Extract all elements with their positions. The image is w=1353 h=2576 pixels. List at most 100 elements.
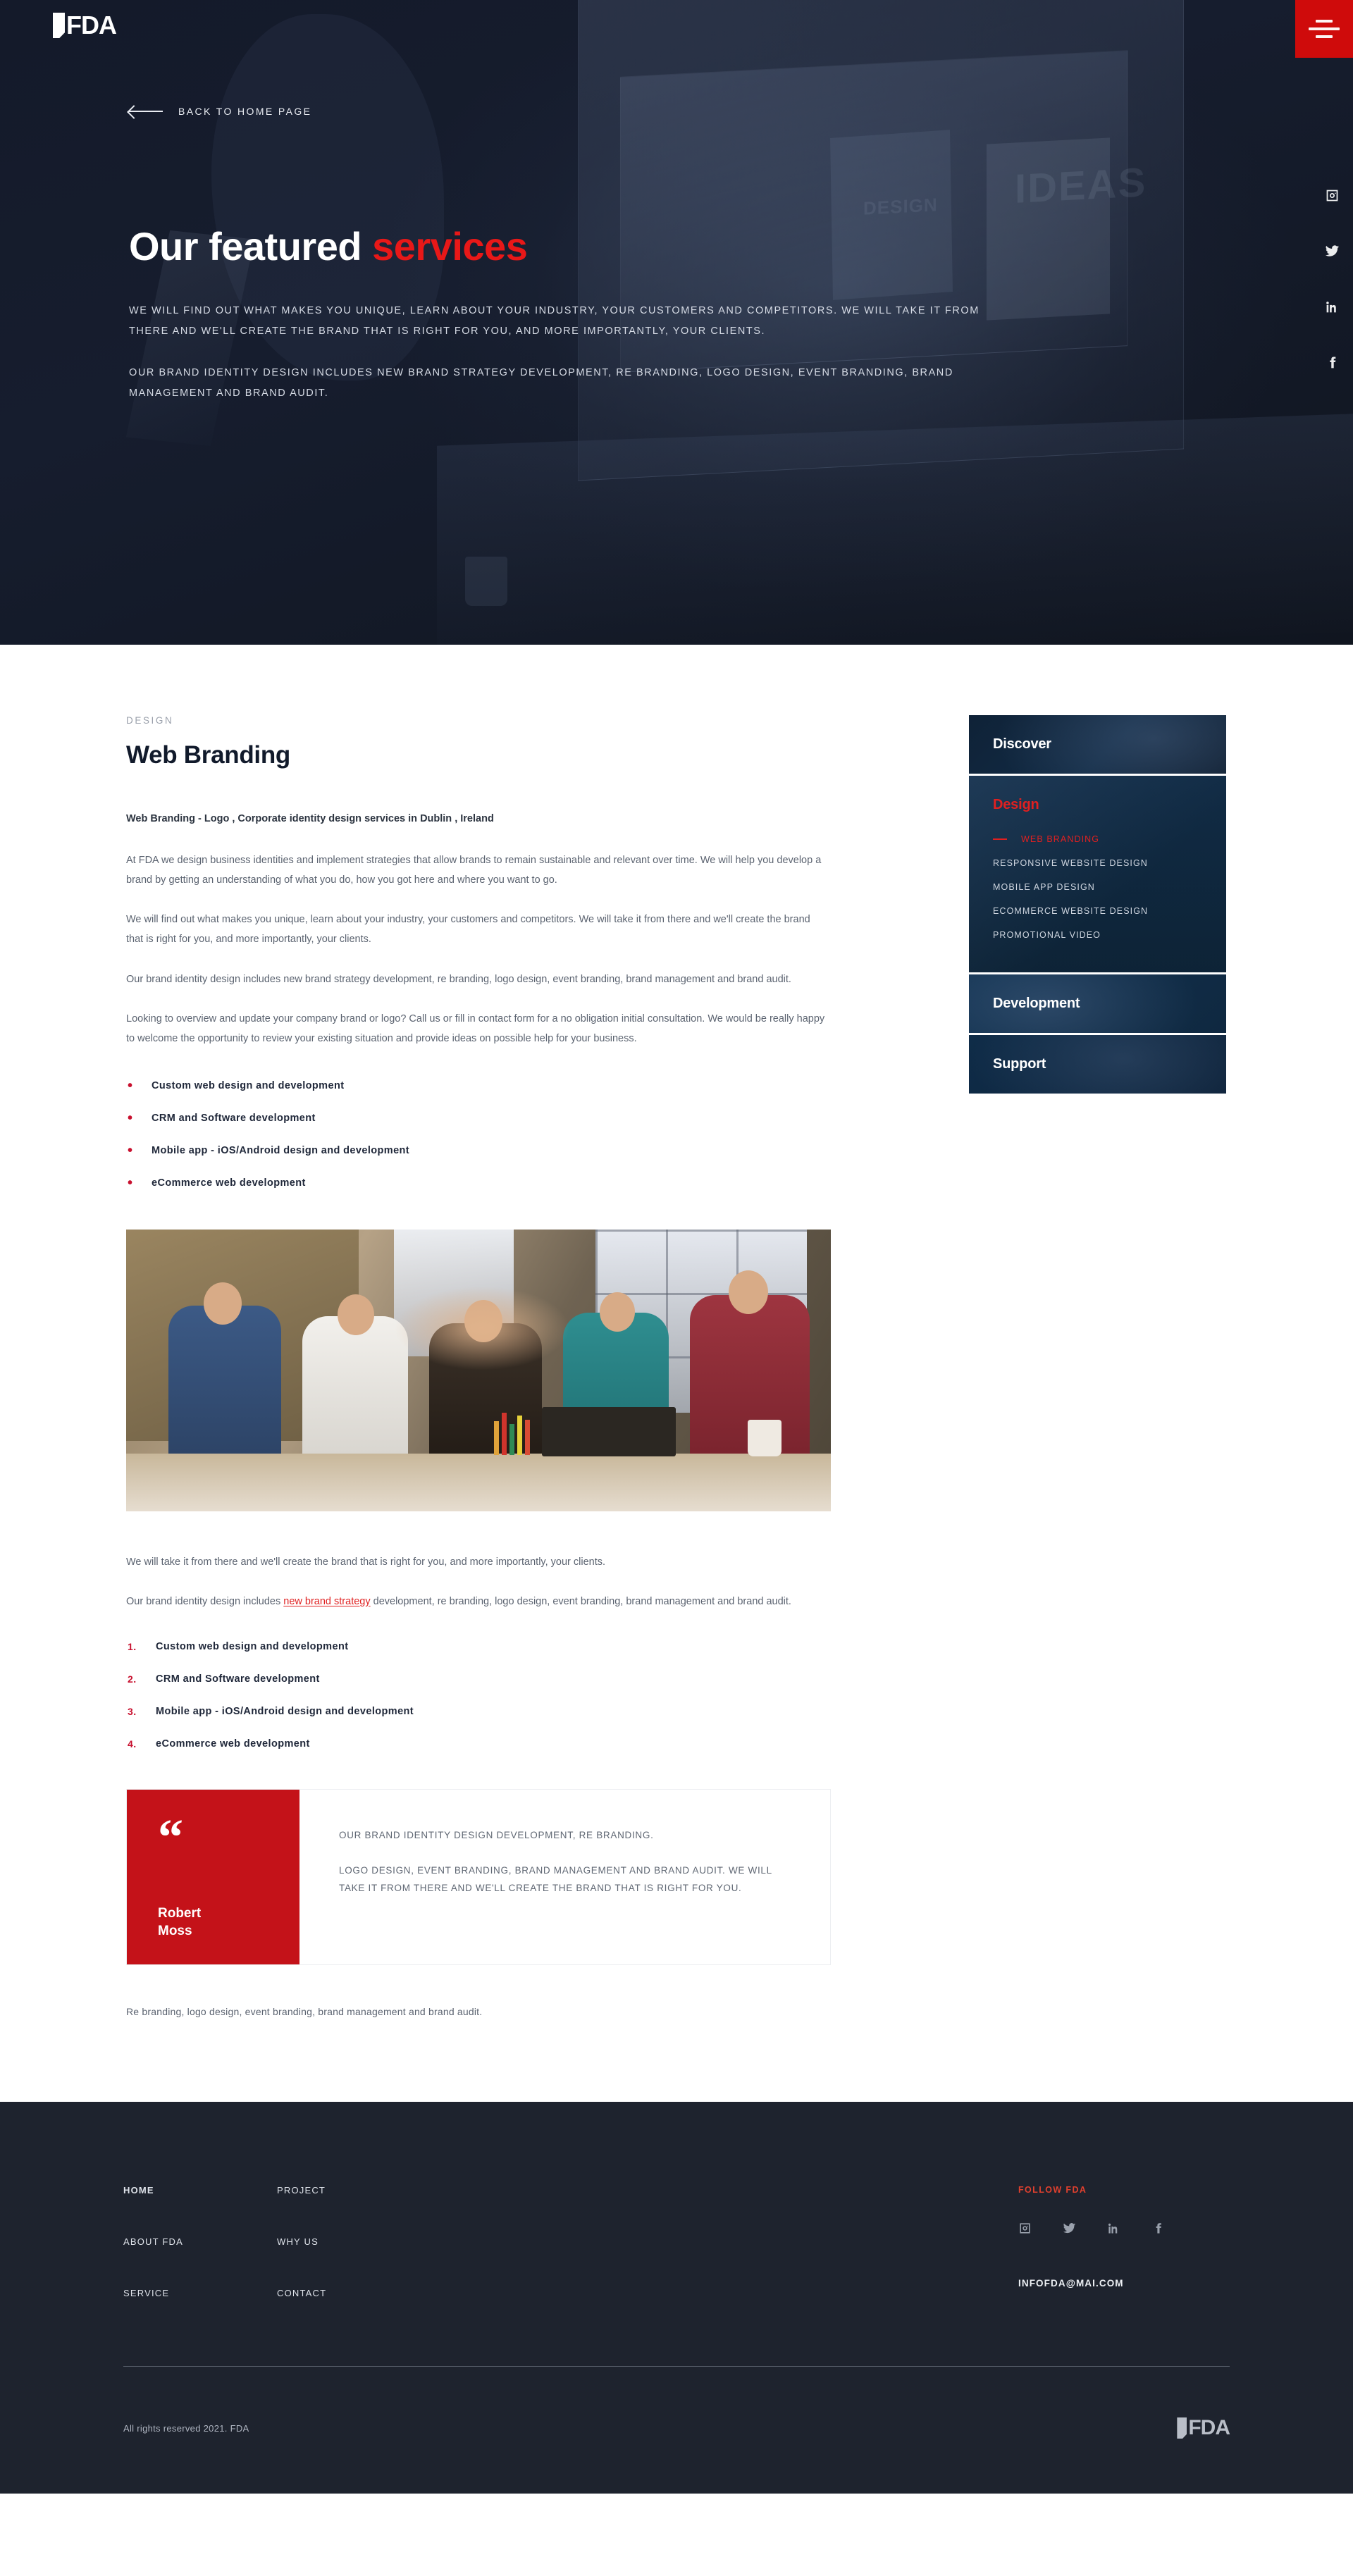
sidebar-subitem-mobile-app-design[interactable]: MOBILE APP DESIGN (993, 882, 1201, 892)
footer-logo-text: FDA (1188, 2416, 1230, 2440)
testimonial-block: “ Robert Moss OUR BRAND IDENTITY DESIGN … (126, 1789, 831, 1966)
footer-email-link[interactable]: INFOFDA@MAI.COM (1018, 2278, 1230, 2289)
sidebar-subitem-label: PROMOTIONAL VIDEO (993, 930, 1101, 940)
twitter-icon[interactable] (1063, 2222, 1076, 2238)
facebook-icon[interactable] (1323, 354, 1340, 371)
design-submenu: WEB BRANDING RESPONSIVE WEBSITE DESIGN M… (993, 834, 1201, 940)
back-to-home-label: BACK TO HOME PAGE (178, 106, 312, 117)
site-footer: HOME ABOUT FDA SERVICE PROJECT WHY US CO… (0, 2102, 1353, 2494)
hero-title-plain: Our featured (129, 224, 373, 268)
photo-hands (394, 1285, 570, 1370)
article-column: DESIGN Web Branding Web Branding - Logo … (123, 715, 831, 2018)
footer-link-about-fda[interactable]: ABOUT FDA (123, 2236, 277, 2247)
arrow-left-icon (129, 106, 163, 116)
photo-head (600, 1292, 635, 1332)
sidebar-item-label: Support (993, 1056, 1046, 1072)
sidebar-item-development[interactable]: Development (969, 974, 1226, 1035)
footer-divider (123, 2366, 1230, 2367)
hero-decor-design-word: DESIGN (863, 194, 938, 219)
footer-link-project[interactable]: PROJECT (277, 2185, 431, 2196)
article-paragraph: We will find out what makes you unique, … (126, 914, 810, 946)
photo-head (729, 1270, 768, 1314)
author-first-name: Robert (158, 1905, 202, 1921)
linked-paragraph-after: development, re branding, logo design, e… (370, 1595, 791, 1607)
new-brand-strategy-link[interactable]: new brand strategy (283, 1596, 370, 1607)
testimonial-author-name: Robert Moss (158, 1905, 273, 1940)
logo-mark-icon (53, 13, 65, 38)
sidebar-item-label: Development (993, 996, 1080, 1011)
feature-bullet-list: Custom web design and development CRM an… (126, 1079, 828, 1190)
footer-column-primary: HOME ABOUT FDA SERVICE (123, 2185, 277, 2298)
hamburger-line-bottom (1316, 35, 1333, 38)
sidebar-item-design[interactable]: Design WEB BRANDING RESPONSIVE WEBSITE D… (969, 776, 1226, 974)
content-container: DESIGN Web Branding Web Branding - Logo … (123, 715, 1230, 2017)
twitter-icon[interactable] (1323, 242, 1340, 259)
sidebar-column: Discover Design WEB BRANDING RESPONSIVE … (969, 715, 1226, 2017)
photo-person (168, 1305, 281, 1454)
sidebar-subitem-promotional-video[interactable]: PROMOTIONAL VIDEO (993, 930, 1201, 940)
hamburger-line-middle (1309, 27, 1340, 30)
hamburger-line-top (1316, 20, 1333, 23)
linkedin-icon[interactable] (1323, 298, 1340, 315)
sidebar-subitem-label: RESPONSIVE WEBSITE DESIGN (993, 858, 1148, 868)
sidebar-subitem-web-branding[interactable]: WEB BRANDING (993, 834, 1201, 844)
back-to-home-link[interactable]: BACK TO HOME PAGE (129, 106, 311, 117)
photo-table (126, 1453, 831, 1511)
sidebar-subitem-label: ECOMMERCE WEBSITE DESIGN (993, 906, 1149, 916)
footer-column-secondary: PROJECT WHY US CONTACT (277, 2185, 431, 2298)
page-title: Web Branding (126, 741, 290, 769)
list-item: eCommerce web development (128, 1738, 310, 1750)
active-dash-icon (993, 838, 1007, 840)
footer-follow-block: FOLLOW FDA INFOFDA@MAI.COM (1018, 2185, 1230, 2289)
page-root: DESIGN IDEAS FDA BACK TO HOME PAGE Our f… (0, 0, 1353, 2576)
hero-decor-ideas-word: IDEAS (1015, 159, 1147, 212)
facebook-icon[interactable] (1151, 2222, 1165, 2238)
photo-laptop (542, 1406, 676, 1456)
sidebar-subitem-responsive-website-design[interactable]: RESPONSIVE WEBSITE DESIGN (993, 858, 1201, 868)
testimonial-text-panel: OUR BRAND IDENTITY DESIGN DEVELOPMENT, R… (299, 1790, 830, 1964)
linkedin-icon[interactable] (1107, 2222, 1120, 2238)
hero-decor-cup (465, 557, 507, 606)
article-paragraph: At FDA we design business identities and… (126, 854, 822, 886)
article-lead: Web Branding - Logo , Corporate identity… (126, 813, 494, 824)
hero-social-rail (1323, 187, 1340, 371)
hero-content: Our featured services WE WILL FIND OUT W… (129, 225, 1045, 404)
hero-title: Our featured services (129, 225, 1045, 267)
sidebar-item-support[interactable]: Support (969, 1035, 1226, 1096)
site-logo[interactable]: FDA (53, 13, 117, 38)
main-content: DESIGN Web Branding Web Branding - Logo … (0, 645, 1353, 2018)
footer-link-home[interactable]: HOME (123, 2185, 277, 2196)
article-paragraph: Our brand identity design includes new b… (126, 973, 791, 985)
sidebar-item-label: Design (993, 797, 1039, 812)
testimonial-line: OUR BRAND IDENTITY DESIGN DEVELOPMENT, R… (339, 1830, 654, 1841)
photo-person (302, 1315, 408, 1454)
article-tail-paragraph: Re branding, logo design, event branding… (126, 2006, 483, 2018)
list-item: Mobile app - iOS/Android design and deve… (128, 1706, 414, 1718)
instagram-icon[interactable] (1323, 187, 1340, 204)
after-image-paragraph: We will take it from there and we'll cre… (126, 1556, 606, 1568)
footer-follow-title: FOLLOW FDA (1018, 2185, 1087, 2196)
footer-copyright: All rights reserved 2021. FDA (123, 2422, 249, 2434)
photo-pencils (493, 1411, 542, 1455)
photo-head (204, 1282, 242, 1325)
service-accordion: Discover Design WEB BRANDING RESPONSIVE … (969, 715, 1226, 1096)
sidebar-item-label: Discover (993, 736, 1051, 752)
testimonial-author-panel: “ Robert Moss (127, 1790, 299, 1965)
hero-paragraph-1: WE WILL FIND OUT WHAT MAKES YOU UNIQUE, … (129, 305, 980, 338)
list-item: CRM and Software development (126, 1111, 828, 1125)
sidebar-item-discover[interactable]: Discover (969, 715, 1226, 776)
footer-link-service[interactable]: SERVICE (123, 2288, 277, 2298)
list-item: Mobile app - iOS/Android design and deve… (126, 1144, 828, 1158)
testimonial-line: LOGO DESIGN, EVENT BRANDING, BRAND MANAG… (339, 1864, 772, 1894)
linked-paragraph: Our brand identity design includes new b… (126, 1592, 828, 1611)
article-paragraph: Looking to overview and update your comp… (126, 1013, 825, 1045)
feature-numbered-list: Custom web design and development CRM an… (126, 1641, 828, 1750)
list-item: Custom web design and development (126, 1079, 828, 1093)
sidebar-subitem-ecommerce-website-design[interactable]: ECOMMERCE WEBSITE DESIGN (993, 906, 1201, 916)
linked-paragraph-before: Our brand identity design includes (126, 1595, 284, 1607)
footer-link-contact[interactable]: CONTACT (277, 2288, 431, 2298)
footer-logo[interactable]: FDA (1177, 2417, 1230, 2439)
footer-link-why-us[interactable]: WHY US (277, 2236, 431, 2247)
instagram-icon[interactable] (1018, 2222, 1032, 2238)
hamburger-menu-button[interactable] (1295, 0, 1353, 58)
